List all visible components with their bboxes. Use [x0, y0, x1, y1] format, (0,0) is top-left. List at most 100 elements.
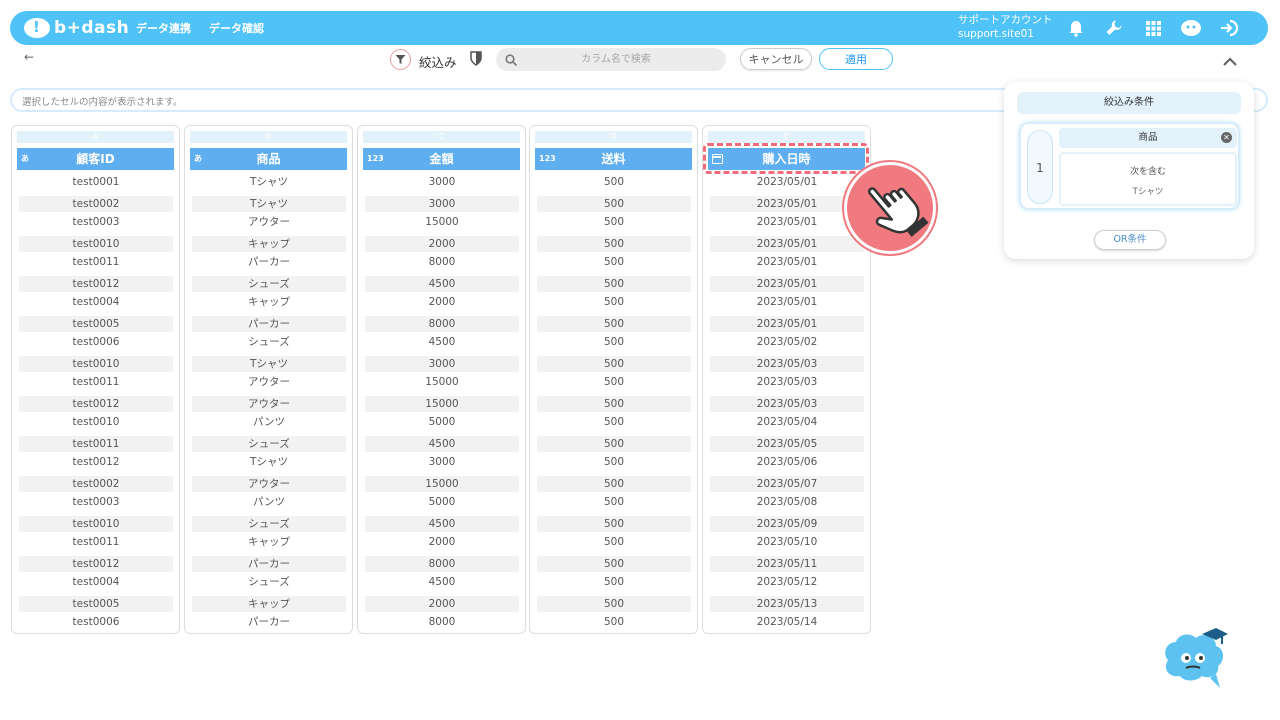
table-cell[interactable]: 2000 [365, 294, 519, 314]
table-cell[interactable]: 2023/05/05 [710, 436, 864, 452]
table-cell[interactable]: 2023/05/01 [710, 214, 864, 234]
table-cell[interactable]: 2023/05/01 [710, 316, 864, 332]
table-cell[interactable]: 2023/05/07 [710, 476, 864, 492]
table-cell[interactable]: test0012 [19, 454, 173, 474]
logo[interactable]: b+dash [24, 15, 129, 41]
table-cell[interactable]: 500 [537, 556, 691, 572]
support-mascot-icon[interactable] [1180, 17, 1202, 39]
table-cell[interactable]: test0010 [19, 516, 173, 532]
table-cell[interactable]: 500 [537, 574, 691, 594]
bell-icon[interactable] [1065, 17, 1087, 39]
table-cell[interactable]: test0002 [19, 476, 173, 492]
table-cell[interactable]: 500 [537, 174, 691, 194]
table-cell[interactable]: 3000 [365, 196, 519, 212]
table-cell[interactable]: 2023/05/09 [710, 516, 864, 532]
table-cell[interactable]: 8000 [365, 556, 519, 572]
or-condition-button[interactable]: OR条件 [1094, 230, 1166, 250]
table-cell[interactable]: 500 [537, 454, 691, 474]
table-cell[interactable]: 500 [537, 596, 691, 612]
table-cell[interactable]: test0005 [19, 596, 173, 612]
search-input[interactable] [526, 51, 706, 68]
nav-data-check[interactable]: データ確認 [209, 20, 264, 36]
table-cell[interactable]: パーカー [192, 614, 346, 634]
table-cell[interactable]: 500 [537, 476, 691, 492]
table-cell[interactable]: test0003 [19, 214, 173, 234]
table-cell[interactable]: 2023/05/01 [710, 254, 864, 274]
table-cell[interactable]: 2023/05/03 [710, 374, 864, 394]
back-button[interactable]: ← [24, 50, 34, 64]
column-header[interactable]: 123 送料 [535, 148, 692, 170]
table-cell[interactable]: 15000 [365, 396, 519, 412]
table-cell[interactable]: 500 [537, 534, 691, 554]
mascot-icon[interactable] [1160, 626, 1228, 690]
table-cell[interactable]: 2000 [365, 596, 519, 612]
table-cell[interactable]: 500 [537, 356, 691, 372]
table-cell[interactable]: 8000 [365, 614, 519, 634]
table-cell[interactable]: 4500 [365, 574, 519, 594]
table-cell[interactable]: test0005 [19, 316, 173, 332]
column-header[interactable]: あ 顧客ID [17, 148, 174, 170]
table-cell[interactable]: 2023/05/11 [710, 556, 864, 572]
table-cell[interactable]: シューズ [192, 334, 346, 354]
table-cell[interactable]: Tシャツ [192, 356, 346, 372]
table-cell[interactable]: 5000 [365, 414, 519, 434]
table-cell[interactable]: 2023/05/01 [710, 236, 864, 252]
table-cell[interactable]: アウター [192, 214, 346, 234]
table-cell[interactable]: 2023/05/01 [710, 276, 864, 292]
table-cell[interactable]: test0010 [19, 356, 173, 372]
table-cell[interactable]: 2000 [365, 236, 519, 252]
table-cell[interactable]: パンツ [192, 494, 346, 514]
table-cell[interactable]: 3000 [365, 356, 519, 372]
table-cell[interactable]: 500 [537, 614, 691, 634]
table-cell[interactable]: 500 [537, 334, 691, 354]
table-cell[interactable]: 500 [537, 254, 691, 274]
table-cell[interactable]: 3000 [365, 454, 519, 474]
filter-icon[interactable] [390, 49, 411, 70]
table-cell[interactable]: 2000 [365, 534, 519, 554]
table-cell[interactable]: test0004 [19, 574, 173, 594]
table-cell[interactable]: 500 [537, 196, 691, 212]
table-cell[interactable]: キャップ [192, 534, 346, 554]
shield-icon[interactable] [470, 51, 482, 70]
table-cell[interactable]: シューズ [192, 276, 346, 292]
table-cell[interactable]: 2023/05/12 [710, 574, 864, 594]
table-cell[interactable]: アウター [192, 396, 346, 412]
table-cell[interactable]: 4500 [365, 516, 519, 532]
table-cell[interactable]: test0012 [19, 556, 173, 572]
table-cell[interactable]: test0011 [19, 254, 173, 274]
apply-button[interactable]: 適用 [819, 48, 893, 70]
remove-condition-icon[interactable]: ✕ [1221, 132, 1232, 143]
table-cell[interactable]: 500 [537, 414, 691, 434]
nav-data-integration[interactable]: データ連携 [136, 20, 191, 36]
cancel-button[interactable]: キャンセル [740, 48, 812, 70]
table-cell[interactable]: 4500 [365, 436, 519, 452]
table-cell[interactable]: 2023/05/06 [710, 454, 864, 474]
table-cell[interactable]: test0011 [19, 436, 173, 452]
condition-detail[interactable]: 次を含む Tシャツ [1059, 152, 1237, 206]
column-header[interactable]: あ 商品 [190, 148, 347, 170]
table-cell[interactable]: 500 [537, 396, 691, 412]
table-cell[interactable]: 5000 [365, 494, 519, 514]
table-cell[interactable]: シューズ [192, 436, 346, 452]
table-cell[interactable]: test0012 [19, 276, 173, 292]
table-cell[interactable]: Tシャツ [192, 196, 346, 212]
table-cell[interactable]: test0001 [19, 174, 173, 194]
table-cell[interactable]: シューズ [192, 516, 346, 532]
table-cell[interactable]: 2023/05/08 [710, 494, 864, 514]
table-cell[interactable]: 500 [537, 516, 691, 532]
table-cell[interactable]: test0011 [19, 374, 173, 394]
table-cell[interactable]: 8000 [365, 316, 519, 332]
table-cell[interactable]: Tシャツ [192, 174, 346, 194]
table-cell[interactable]: 500 [537, 276, 691, 292]
account-info[interactable]: サポートアカウント support.site01 [958, 13, 1053, 41]
table-cell[interactable]: アウター [192, 374, 346, 394]
table-cell[interactable]: 4500 [365, 334, 519, 354]
table-cell[interactable]: test0004 [19, 294, 173, 314]
table-cell[interactable]: キャップ [192, 294, 346, 314]
grid-icon[interactable] [1142, 17, 1164, 39]
table-cell[interactable]: 500 [537, 494, 691, 514]
logout-icon[interactable] [1218, 17, 1240, 39]
table-cell[interactable]: 2023/05/03 [710, 396, 864, 412]
column-header[interactable]: 123 金額 [363, 148, 520, 170]
table-cell[interactable]: 500 [537, 436, 691, 452]
